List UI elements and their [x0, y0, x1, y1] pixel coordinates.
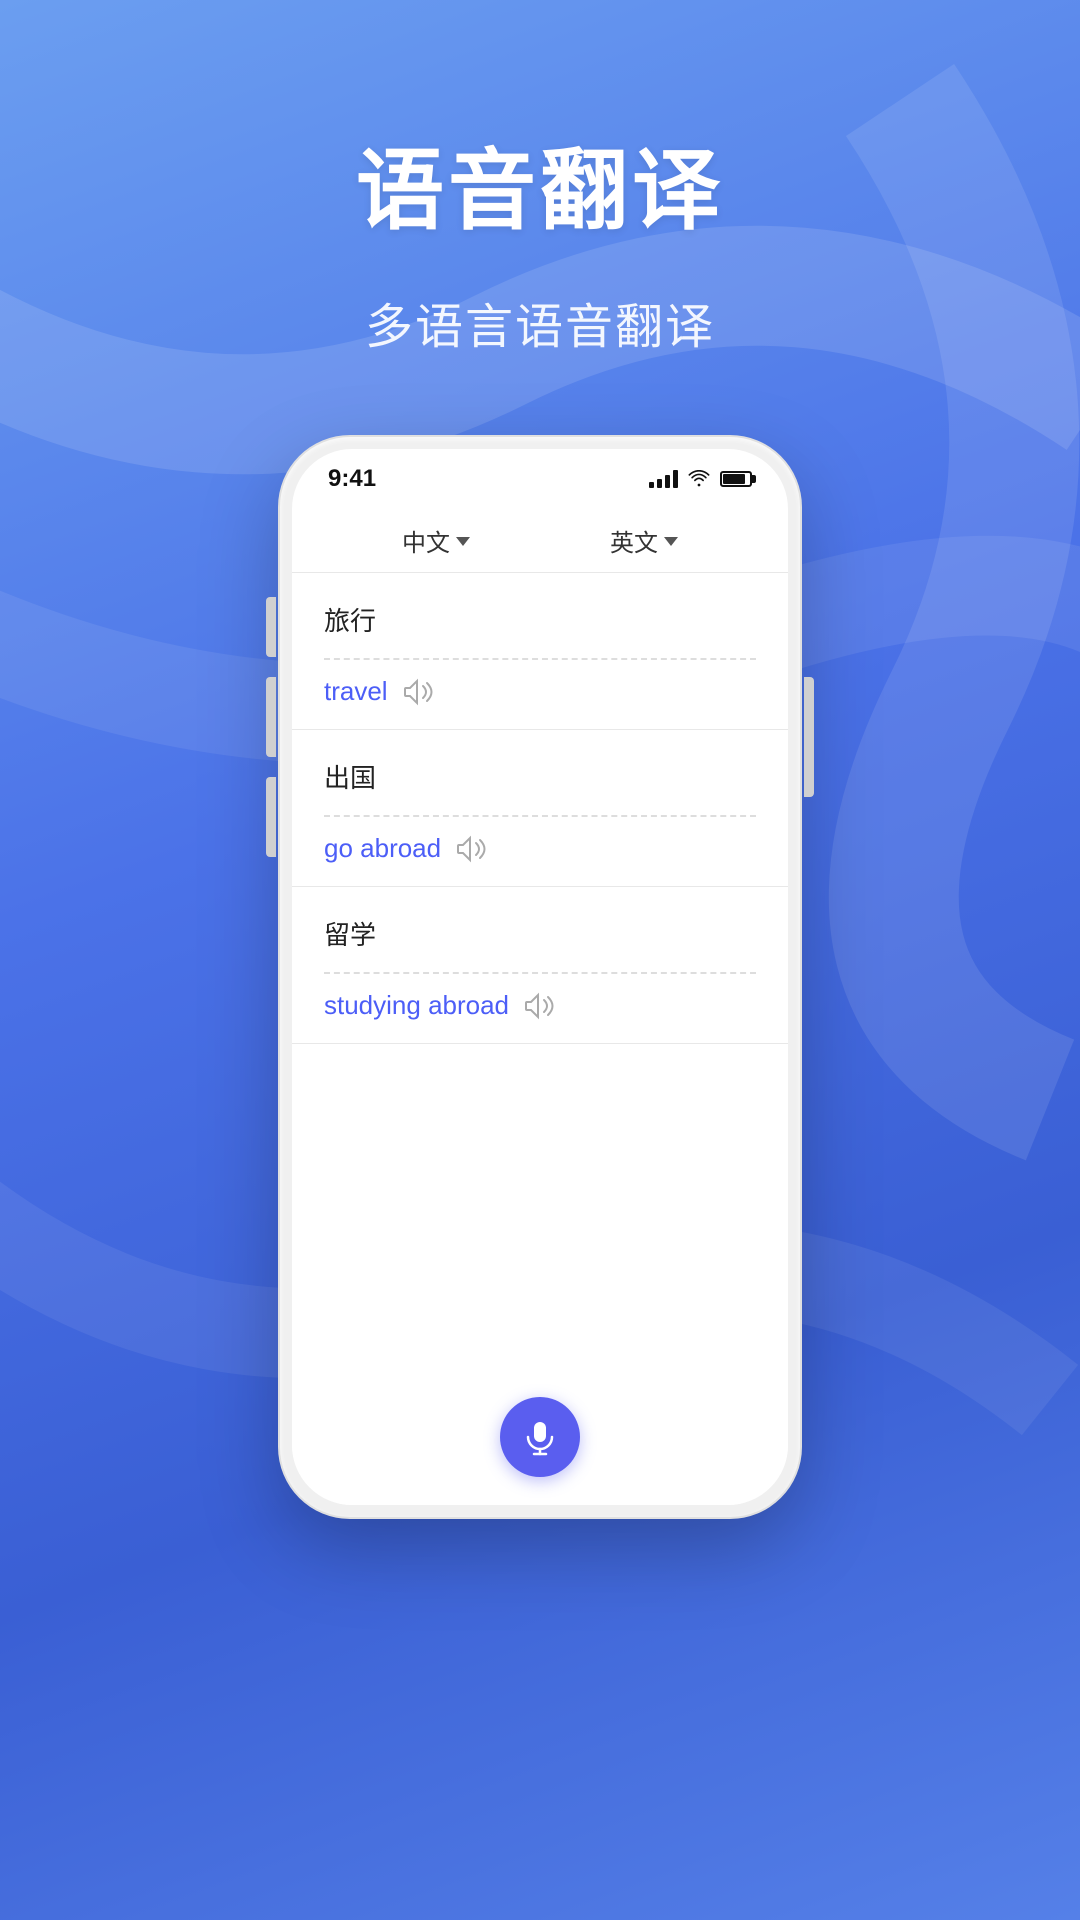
- microphone-button[interactable]: [500, 1397, 580, 1477]
- source-text: 留学: [324, 915, 756, 952]
- speaker-icon: [402, 678, 434, 706]
- translation-row: go abroad: [324, 833, 756, 864]
- speaker-button[interactable]: [523, 992, 555, 1020]
- speaker-icon: [523, 992, 555, 1020]
- translations-list: 旅行 travel: [292, 573, 788, 1505]
- main-title: 语音翻译: [356, 120, 724, 247]
- source-language-button[interactable]: 中文: [362, 523, 510, 558]
- translated-text: go abroad: [324, 833, 441, 864]
- translation-item: 留学 studying abroad: [292, 887, 788, 1044]
- source-lang-label: 中文: [402, 523, 450, 558]
- source-text: 出国: [324, 758, 756, 795]
- translation-item: 旅行 travel: [292, 573, 788, 730]
- subtitle: 多语言语音翻译: [356, 287, 724, 357]
- phone-mockup: 9:41: [280, 437, 800, 1517]
- dashed-divider: [324, 972, 756, 974]
- target-lang-chevron: [664, 537, 678, 546]
- battery-icon: [720, 471, 752, 487]
- speaker-button[interactable]: [455, 835, 487, 863]
- language-selector-bar: 中文 英文: [292, 509, 788, 573]
- translation-row: studying abroad: [324, 990, 756, 1021]
- dashed-divider: [324, 658, 756, 660]
- phone-btn-vol-up: [266, 677, 276, 757]
- phone-btn-vol-down: [266, 777, 276, 857]
- speaker-button[interactable]: [402, 678, 434, 706]
- translated-text: studying abroad: [324, 990, 509, 1021]
- target-lang-label: 英文: [610, 523, 658, 558]
- translation-item: 出国 go abroad: [292, 730, 788, 887]
- status-bar: 9:41: [292, 449, 788, 509]
- speaker-icon: [455, 835, 487, 863]
- status-icons: [649, 470, 752, 488]
- phone-btn-mute: [266, 597, 276, 657]
- source-lang-chevron: [456, 537, 470, 546]
- translation-row: travel: [324, 676, 756, 707]
- mic-container: [292, 1377, 788, 1505]
- signal-icon: [649, 470, 678, 488]
- source-text: 旅行: [324, 601, 756, 638]
- title-section: 语音翻译 多语言语音翻译: [356, 120, 724, 357]
- phone-screen: 9:41: [292, 449, 788, 1505]
- wifi-icon: [688, 470, 710, 488]
- swap-language-button[interactable]: [510, 516, 570, 566]
- microphone-icon: [521, 1418, 559, 1456]
- content-wrapper: 语音翻译 多语言语音翻译 9:41: [0, 0, 1080, 1517]
- status-time: 9:41: [328, 465, 376, 493]
- dashed-divider: [324, 815, 756, 817]
- target-language-button[interactable]: 英文: [570, 523, 718, 558]
- empty-content-area: [292, 1044, 788, 1377]
- phone-btn-power: [804, 677, 814, 797]
- translated-text: travel: [324, 676, 388, 707]
